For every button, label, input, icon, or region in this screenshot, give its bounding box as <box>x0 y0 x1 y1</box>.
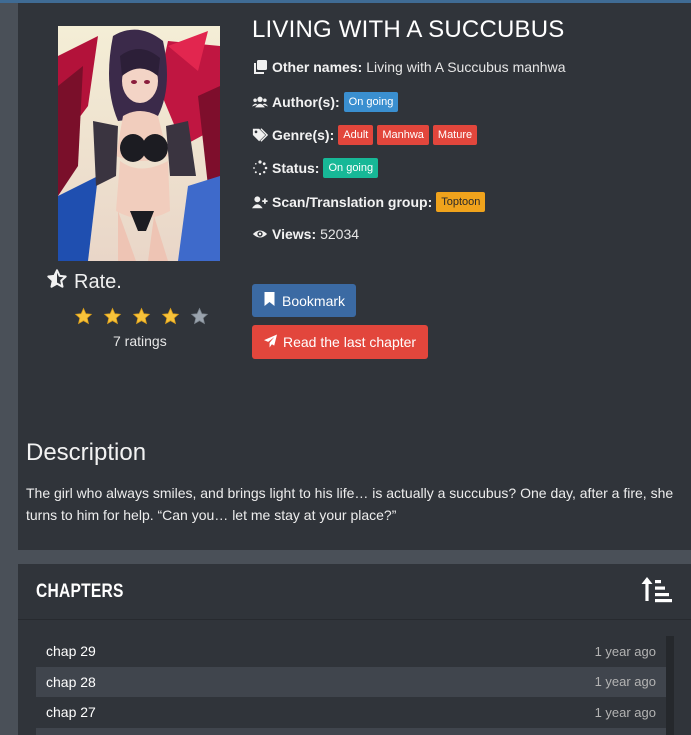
chapter-time: 1 year ago <box>594 704 656 720</box>
status-label: Status: <box>272 160 320 176</box>
status-badge: On going <box>323 158 379 178</box>
chapter-list-scrollbar[interactable] <box>666 636 674 735</box>
views-row: Views: 52034 <box>252 226 359 242</box>
chapters-heading: CHAPTERS <box>36 581 124 602</box>
star-rating[interactable] <box>74 307 209 326</box>
bookmark-button[interactable]: Bookmark <box>252 284 357 317</box>
genre-badge-adult[interactable]: Adult <box>338 125 374 145</box>
read-last-chapter-button[interactable]: Read the last chapter <box>252 325 429 359</box>
spinner-icon <box>252 160 268 176</box>
chapter-item[interactable]: chap 29 1 year ago <box>36 636 666 667</box>
authors-row: Author(s): On going <box>252 92 402 112</box>
rate-label: Rate. <box>74 270 122 293</box>
description-text: The girl who always smiles, and brings l… <box>26 485 674 523</box>
star-filled-icon[interactable] <box>132 307 151 326</box>
manga-info-panel: Rate. 7 ratings LIVING WITH A SUCCUBUS O… <box>18 3 691 550</box>
genre-badge-manhwa[interactable]: Manhwa <box>377 125 429 145</box>
chapter-item[interactable]: chap 27 1 year ago <box>36 697 666 728</box>
authors-label: Author(s): <box>272 94 340 110</box>
user-plus-icon <box>252 194 268 210</box>
bookmark-button-label: Bookmark <box>282 292 346 309</box>
star-outline-icon <box>46 268 68 296</box>
read-last-chapter-label: Read the last chapter <box>283 334 417 350</box>
sort-ascending-icon[interactable] <box>640 574 672 604</box>
star-filled-icon[interactable] <box>74 307 93 326</box>
chapter-list: chap 29 1 year ago chap 28 1 year ago ch… <box>36 636 666 735</box>
description-heading: Description <box>26 439 147 466</box>
chapter-name[interactable]: chap 27 <box>46 704 96 720</box>
author-badge[interactable]: On going <box>343 92 399 112</box>
other-names-value: Living with A Succubus manhwa <box>366 59 566 75</box>
genres-label: Genre(s): <box>272 127 335 143</box>
views-label: Views: <box>272 226 317 242</box>
chapter-name[interactable]: chap 28 <box>46 674 96 690</box>
group-badge[interactable]: Toptoon <box>436 192 486 212</box>
paper-plane-icon <box>264 334 277 351</box>
cover-image[interactable] <box>58 26 220 261</box>
chapters-header: CHAPTERS <box>18 564 691 620</box>
chapters-panel: CHAPTERS chap 29 1 year ago chap 28 1 ye… <box>18 564 691 735</box>
group-row: Scan/Translation group: Toptoon <box>252 192 489 212</box>
ratings-count: 7 ratings <box>113 333 167 349</box>
users-icon <box>252 94 268 110</box>
chapter-time: 1 year ago <box>594 643 656 659</box>
genre-badge-mature[interactable]: Mature <box>432 125 478 145</box>
chapter-time: 1 year ago <box>594 674 656 690</box>
chapter-name[interactable]: chap 29 <box>46 643 96 659</box>
chapter-item[interactable]: chap 28 1 year ago <box>36 666 666 697</box>
rate-heading: Rate. <box>46 268 122 296</box>
star-empty-icon[interactable] <box>190 307 209 326</box>
star-filled-icon[interactable] <box>103 307 122 326</box>
copy-icon <box>252 59 268 75</box>
status-row: Status: On going <box>252 158 382 178</box>
eye-icon <box>252 226 268 242</box>
views-value: 52034 <box>320 226 360 242</box>
chapter-item[interactable] <box>36 727 666 735</box>
other-names-row: Other names: Living with A Succubus manh… <box>252 59 566 75</box>
tags-icon <box>252 127 268 143</box>
manga-title: LIVING WITH A SUCCUBUS <box>252 16 565 43</box>
bookmark-icon <box>263 292 276 309</box>
genres-row: Genre(s): Adult Manhwa Mature <box>252 125 481 145</box>
star-filled-icon[interactable] <box>161 307 180 326</box>
group-label: Scan/Translation group: <box>272 194 433 210</box>
other-names-label: Other names: <box>272 59 363 75</box>
